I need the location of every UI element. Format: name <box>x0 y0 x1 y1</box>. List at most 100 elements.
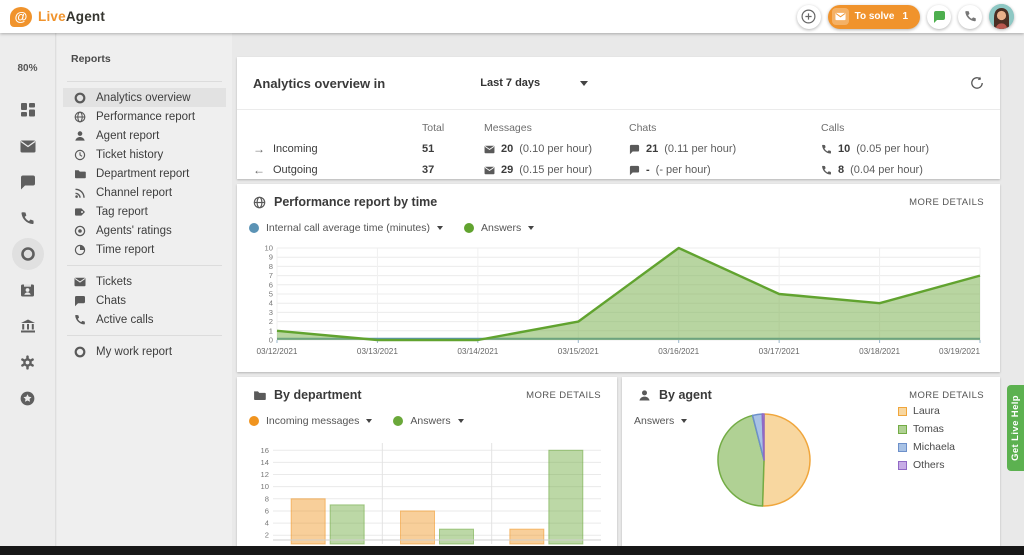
chats-status-button[interactable] <box>927 5 951 29</box>
sidebar-item-agents-ratings[interactable]: Agents' ratings <box>63 221 226 240</box>
rail-contacts-button[interactable] <box>12 274 44 306</box>
sidebar-item-agent-report[interactable]: Agent report <box>63 126 226 145</box>
outgoing-total: 37 <box>408 160 484 180</box>
svg-text:3: 3 <box>269 308 273 317</box>
donut-icon <box>20 246 36 262</box>
sidebar-item-tickets[interactable]: Tickets <box>63 272 226 291</box>
svg-text:4: 4 <box>269 299 273 308</box>
legend-answers[interactable]: Answers <box>393 415 463 427</box>
section-title: By agent <box>659 388 712 402</box>
mail-icon <box>20 140 36 153</box>
sidebar-item-performance-report[interactable]: Performance report <box>63 107 226 126</box>
svg-text:7: 7 <box>269 271 273 280</box>
rail-tickets-button[interactable] <box>12 130 44 162</box>
pie-legend: Laura Tomas Michaela Others <box>898 402 955 474</box>
chat-bubble-icon <box>933 11 946 23</box>
sidebar-item-department-report[interactable]: Department report <box>63 164 226 183</box>
more-details-link[interactable]: MORE DETAILS <box>526 390 601 401</box>
person-icon <box>638 389 651 402</box>
by-department-card: By department MORE DETAILS Incoming mess… <box>237 377 617 546</box>
svg-text:03/12/2021: 03/12/2021 <box>257 347 298 356</box>
rail-addons-button[interactable] <box>12 382 44 414</box>
more-details-link[interactable]: MORE DETAILS <box>909 390 984 401</box>
rail-chats-button[interactable] <box>12 166 44 198</box>
legend-item-michaela[interactable]: Michaela <box>898 438 955 456</box>
sidebar-item-ticket-history[interactable]: Ticket history <box>63 145 226 164</box>
metric-dropdown[interactable]: Answers <box>634 415 687 427</box>
sidebar-item-tag-report[interactable]: Tag report <box>63 202 226 221</box>
user-avatar[interactable] <box>989 4 1014 29</box>
svg-text:10: 10 <box>265 244 273 253</box>
sidebar-item-chats[interactable]: Chats <box>63 291 226 310</box>
plus-circle-icon <box>801 9 816 24</box>
create-new-button[interactable] <box>797 5 821 29</box>
rail-settings-button[interactable] <box>12 346 44 378</box>
pie-chart-icon <box>73 243 86 256</box>
svg-text:8: 8 <box>269 262 273 271</box>
more-details-link[interactable]: MORE DETAILS <box>909 197 984 208</box>
sidebar-item-analytics-overview[interactable]: Analytics overview <box>63 88 226 107</box>
legend-item-others[interactable]: Others <box>898 456 955 474</box>
sidebar-item-my-work-report[interactable]: My work report <box>63 342 226 361</box>
series-dot <box>249 223 259 233</box>
svg-text:9: 9 <box>269 253 273 262</box>
get-live-help-button[interactable]: Get Live Help <box>1007 385 1024 471</box>
svg-text:5: 5 <box>269 290 273 299</box>
svg-text:10: 10 <box>261 482 269 491</box>
to-solve-button[interactable]: To solve 1 <box>828 5 920 29</box>
donut-icon <box>73 345 86 358</box>
sidebar-item-channel-report[interactable]: Channel report <box>63 183 226 202</box>
to-solve-count-badge: 1 <box>902 11 908 22</box>
envelope-icon <box>832 8 849 25</box>
col-header-messages: Messages <box>484 118 629 138</box>
liveagent-logo[interactable]: @ LiveAgent <box>10 7 105 27</box>
person-icon <box>73 129 86 142</box>
svg-text:03/19/2021: 03/19/2021 <box>939 347 980 356</box>
target-icon <box>73 224 86 237</box>
series-dot <box>393 416 403 426</box>
department-bar-chart[interactable]: 246810121416 <box>253 441 601 544</box>
arrow-right-icon: → <box>253 142 267 156</box>
rail-academy-button[interactable] <box>12 310 44 342</box>
svg-text:8: 8 <box>265 494 269 503</box>
legend-internal-call-avg[interactable]: Internal call average time (minutes) <box>249 222 443 234</box>
chevron-down-icon <box>580 81 588 86</box>
divider <box>67 265 222 266</box>
performance-area-chart[interactable]: 01234567891003/12/202103/13/202103/14/20… <box>253 242 984 358</box>
agent-pie-chart[interactable] <box>714 410 814 510</box>
sidebar-item-time-report[interactable]: Time report <box>63 240 226 259</box>
svg-text:16: 16 <box>261 446 269 455</box>
logo-bubble-icon: @ <box>10 7 32 27</box>
mail-icon <box>484 145 495 154</box>
refresh-button[interactable] <box>970 76 984 90</box>
tag-icon <box>73 205 86 218</box>
incoming-total: 51 <box>408 139 484 159</box>
legend-answers[interactable]: Answers <box>464 222 534 234</box>
rail-reports-button[interactable] <box>12 238 44 270</box>
col-header-total: Total <box>408 118 484 138</box>
legend-item-laura[interactable]: Laura <box>898 402 955 420</box>
logo-text: LiveAgent <box>38 9 105 24</box>
performance-by-time-card: Performance report by time MORE DETAILS … <box>237 184 1000 372</box>
phone-icon <box>73 313 86 326</box>
legend-incoming-messages[interactable]: Incoming messages <box>249 415 372 427</box>
legend-swatch <box>898 407 907 416</box>
row-label-incoming: → Incoming <box>253 139 408 159</box>
svg-text:14: 14 <box>261 458 269 467</box>
svg-text:6: 6 <box>265 506 269 515</box>
svg-text:0: 0 <box>269 336 273 345</box>
calls-status-button[interactable] <box>958 5 982 29</box>
rail-calls-button[interactable] <box>12 202 44 234</box>
incoming-messages: 20 (0.10 per hour) <box>484 139 629 159</box>
phone-icon <box>821 165 832 176</box>
analytics-overview-card: Analytics overview in Last 7 days Total … <box>237 57 1000 179</box>
svg-text:03/17/2021: 03/17/2021 <box>759 347 800 356</box>
rail-dashboard-button[interactable] <box>12 94 44 126</box>
svg-text:2: 2 <box>265 531 269 540</box>
sidebar-item-active-calls[interactable]: Active calls <box>63 310 226 329</box>
contact-card-icon <box>20 283 35 298</box>
chevron-down-icon <box>681 419 687 423</box>
chevron-down-icon <box>366 419 372 423</box>
date-range-dropdown[interactable]: Last 7 days <box>480 77 588 89</box>
legend-item-tomas[interactable]: Tomas <box>898 420 955 438</box>
